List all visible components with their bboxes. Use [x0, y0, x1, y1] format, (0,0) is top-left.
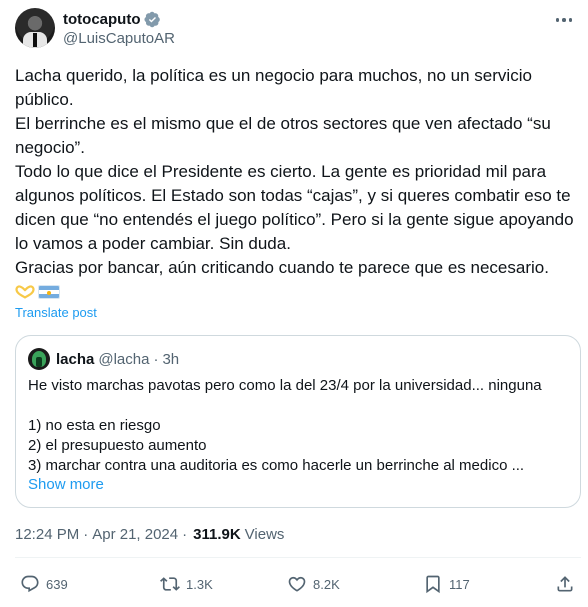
author-handle[interactable]: @LuisCaputoAR [63, 30, 175, 47]
bookmark-icon [426, 575, 440, 594]
tweet-text: Lacha querido, la política es un negocio… [15, 64, 575, 301]
tweet-meta: 12:24 PM · Apr 21, 2024 · 311.9K Views [15, 526, 284, 543]
quote-author-name: lacha [56, 350, 95, 368]
post-date[interactable]: Apr 21, 2024 [92, 526, 178, 543]
show-more-link[interactable]: Show more [28, 476, 104, 493]
quote-blank-line [28, 396, 568, 416]
views-label: Views [244, 526, 285, 543]
tweet-paragraph: Gracias por bancar, aún criticando cuand… [15, 258, 549, 277]
bookmark-count: 117 [449, 576, 470, 592]
share-icon [557, 576, 573, 592]
reply-count: 639 [46, 576, 68, 592]
tweet-paragraph: Lacha querido, la política es un negocio… [15, 66, 532, 109]
action-bar: 639 1.3K 8.2K 117 [15, 571, 581, 597]
bookmark-button[interactable]: 117 [423, 571, 470, 597]
quote-author-handle: @lacha [98, 350, 150, 368]
argentina-flag-icon [38, 285, 60, 299]
more-dot-icon [568, 18, 573, 22]
reply-button[interactable]: 639 [20, 571, 68, 597]
quote-line: 3) marchar contra una auditoria es como … [28, 457, 525, 474]
share-button[interactable] [555, 571, 575, 597]
verified-badge-icon [144, 11, 161, 28]
quote-line: 1) no esta en riesgo [28, 417, 161, 434]
divider [15, 557, 581, 558]
quote-line: 2) el presupuesto aumento [28, 437, 207, 454]
quoted-tweet-card[interactable]: lacha @lacha · 3h He visto marchas pavot… [15, 335, 581, 508]
tweet-paragraph: El berrinche es el mismo que el de otros… [15, 114, 551, 157]
repost-button[interactable]: 1.3K [160, 571, 213, 597]
like-button[interactable]: 8.2K [287, 571, 340, 597]
tweet-header: totocaputo @LuisCaputoAR [15, 8, 575, 52]
author-display-name[interactable]: totocaputo [63, 11, 140, 28]
meta-separator: · [182, 526, 188, 543]
more-dot-icon [555, 18, 560, 22]
quote-header: lacha @lacha · 3h [28, 348, 179, 370]
heart-icon [288, 576, 306, 592]
emoji-row [15, 283, 575, 301]
tweet-paragraph: Todo lo que dice el Presidente es cierto… [15, 162, 574, 253]
repost-icon [160, 577, 180, 591]
more-options-button[interactable] [553, 12, 575, 28]
quote-separator: · [153, 350, 159, 368]
quote-body: He visto marchas pavotas pero como la de… [28, 376, 568, 476]
quote-avatar [28, 348, 50, 370]
meta-separator: · [83, 526, 89, 543]
views-count: 311.9K [193, 526, 241, 543]
translate-post-link[interactable]: Translate post [15, 305, 97, 320]
quote-line: He visto marchas pavotas pero como la de… [28, 377, 542, 394]
like-count: 8.2K [313, 576, 340, 592]
author-avatar[interactable] [15, 8, 55, 48]
author-name-row[interactable]: totocaputo [63, 11, 161, 28]
repost-count: 1.3K [186, 576, 213, 592]
heart-hands-emoji-icon [15, 285, 35, 299]
reply-icon [21, 575, 39, 593]
post-time[interactable]: 12:24 PM [15, 526, 79, 543]
more-dot-icon [562, 18, 566, 22]
quote-timestamp: 3h [162, 350, 180, 368]
